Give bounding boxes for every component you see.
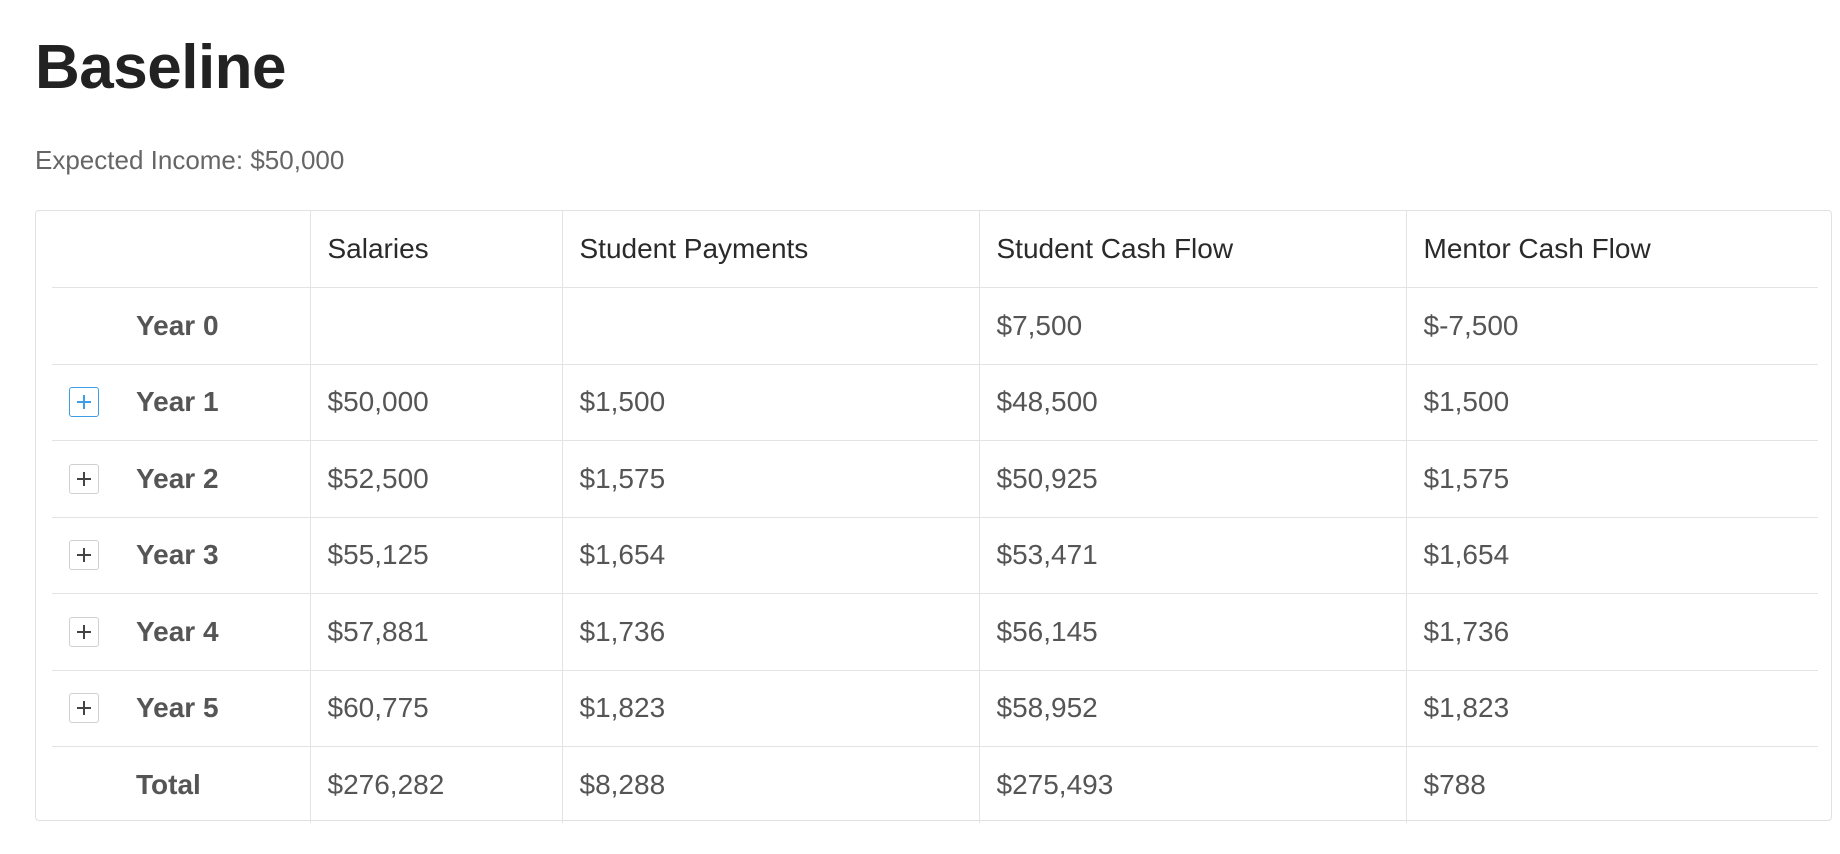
- cash-flow-table-card: Salaries Student Payments Student Cash F…: [35, 210, 1832, 823]
- row-label: Year 1: [136, 386, 219, 418]
- expected-income-label: Expected Income: $50,000: [35, 145, 345, 175]
- row-label: Year 2: [136, 462, 219, 494]
- table-row: Year 5 $60,775 $1,823 $58,952 $1,823: [52, 670, 1818, 747]
- expand-row-button[interactable]: [69, 616, 99, 647]
- expand-row-button[interactable]: [69, 540, 99, 571]
- table-row-total: Total $276,282 $8,288 $275,493 $788: [52, 746, 1818, 824]
- table-cell: [561, 287, 979, 365]
- table-row: Year 2 $52,500 $1,575 $50,925 $1,575: [52, 440, 1818, 518]
- row-header: Year 1: [52, 364, 310, 441]
- expand-row-button[interactable]: [69, 463, 99, 494]
- table-cell: $1,575: [561, 440, 979, 518]
- row-header: Year 3: [52, 517, 310, 594]
- table-cell: $58,952: [978, 670, 1406, 747]
- plus-icon: [77, 624, 91, 639]
- table-cell: $52,500: [309, 440, 562, 518]
- table-cell: [309, 287, 562, 365]
- table-cell: $-7,500: [1405, 287, 1818, 365]
- table-row: Year 1 $50,000 $1,500 $48,500 $1,500: [52, 364, 1818, 441]
- table-cell: $1,736: [1405, 593, 1818, 671]
- table-cell: $1,575: [1405, 440, 1818, 518]
- row-label: Year 0: [136, 309, 219, 341]
- table-cell: $1,500: [1405, 364, 1818, 441]
- table-row: Year 4 $57,881 $1,736 $56,145 $1,736: [52, 593, 1818, 671]
- plus-icon: [77, 548, 91, 563]
- expand-row-button[interactable]: [69, 693, 99, 724]
- row-label: Year 3: [136, 539, 219, 571]
- table-cell: $56,145: [978, 593, 1406, 671]
- page-title: Baseline: [35, 33, 287, 102]
- table-row: Year 0 $7,500 $-7,500: [52, 287, 1818, 365]
- header-student-payments: Student Payments: [561, 211, 979, 288]
- row-header: Year 5: [52, 670, 310, 747]
- header-salaries: Salaries: [309, 211, 562, 288]
- table-cell: $50,000: [309, 364, 562, 441]
- table-cell: $57,881: [309, 593, 562, 671]
- table-row: Year 3 $55,125 $1,654 $53,471 $1,654: [52, 517, 1818, 594]
- header-mentor-cash-flow: Mentor Cash Flow: [1405, 211, 1818, 288]
- table-cell: $50,925: [978, 440, 1406, 518]
- header-row-label: [52, 211, 310, 288]
- table-cell: $7,500: [978, 287, 1406, 365]
- plus-icon: [77, 471, 91, 486]
- row-header: Year 2: [52, 440, 310, 518]
- table-cell: $8,288: [561, 746, 979, 823]
- cash-flow-table: Salaries Student Payments Student Cash F…: [52, 211, 1818, 823]
- row-label: Total: [136, 769, 201, 800]
- table-cell: $1,736: [561, 593, 979, 671]
- table-cell: $1,654: [561, 517, 979, 594]
- plus-icon: [77, 395, 91, 410]
- expand-row-button[interactable]: [69, 387, 99, 418]
- table-cell: $1,823: [1405, 670, 1818, 747]
- row-header: Year 4: [52, 593, 310, 671]
- table-header-row: Salaries Student Payments Student Cash F…: [52, 211, 1818, 288]
- table-cell: $48,500: [978, 364, 1406, 441]
- header-student-cash-flow: Student Cash Flow: [978, 211, 1406, 288]
- row-header: Year 0: [52, 287, 310, 365]
- plus-icon: [77, 701, 91, 716]
- row-header: Total: [52, 747, 310, 824]
- table-cell: $788: [1405, 746, 1818, 823]
- row-label: Year 4: [136, 615, 219, 647]
- table-cell: $53,471: [978, 517, 1406, 594]
- table-cell: $1,654: [1405, 517, 1818, 594]
- table-cell: $1,823: [561, 670, 979, 747]
- table-cell: $55,125: [309, 517, 562, 594]
- table-cell: $275,493: [978, 746, 1406, 823]
- row-label: Year 5: [136, 692, 219, 724]
- table-cell: $276,282: [309, 746, 562, 823]
- table-cell: $60,775: [309, 670, 562, 747]
- table-cell: $1,500: [561, 364, 979, 441]
